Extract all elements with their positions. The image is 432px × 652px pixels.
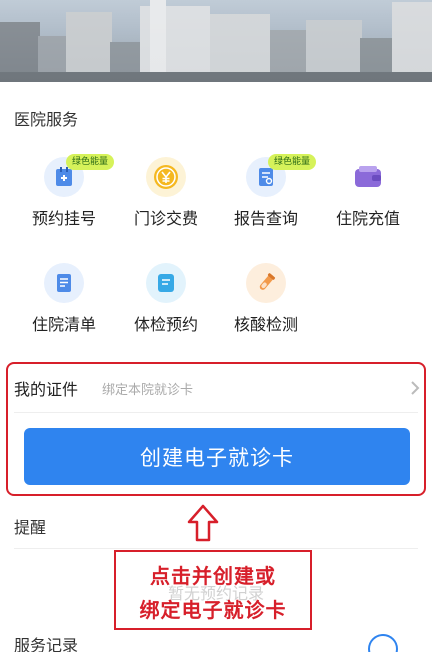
reminder-section-title: 提醒 bbox=[14, 518, 47, 537]
record-icon[interactable] bbox=[368, 634, 398, 652]
chevron-right-icon[interactable] bbox=[408, 380, 422, 396]
checkup-icon bbox=[146, 263, 186, 303]
divider bbox=[14, 412, 418, 413]
bind-card-link[interactable]: 绑定本院就诊卡 bbox=[102, 379, 193, 398]
annotation-line-1: 点击并创建或 bbox=[150, 564, 276, 588]
green-energy-badge: 绿色能量 bbox=[268, 154, 317, 170]
my-certificate-title: 我的证件 bbox=[14, 380, 79, 399]
service-outpatient-payment[interactable]: 门诊交费 bbox=[118, 157, 214, 229]
service-record-title: 服务记录 bbox=[14, 636, 79, 652]
divider bbox=[14, 548, 418, 549]
yuan-icon bbox=[146, 157, 186, 197]
arrow-up-icon bbox=[186, 503, 220, 543]
green-energy-badge: 绿色能量 bbox=[66, 154, 115, 170]
service-label: 核酸检测 bbox=[233, 315, 298, 334]
annotation-callout: 点击并创建或 绑定电子就诊卡 bbox=[114, 550, 312, 630]
list-icon bbox=[44, 263, 84, 303]
report-icon: 绿色能量 bbox=[246, 154, 317, 197]
service-nucleic-acid-test[interactable]: 核酸检测 bbox=[218, 263, 314, 335]
service-label: 门诊交费 bbox=[133, 209, 198, 228]
service-label: 预约挂号 bbox=[31, 209, 96, 228]
test-tube-icon bbox=[246, 263, 286, 303]
service-report-query[interactable]: 绿色能量 报告查询 bbox=[218, 154, 317, 229]
service-inpatient-recharge[interactable]: 住院充值 bbox=[320, 157, 416, 229]
service-label: 住院充值 bbox=[335, 209, 400, 228]
appointment-icon: 绿色能量 bbox=[44, 154, 115, 197]
hero-banner-photo bbox=[0, 0, 432, 82]
service-inpatient-list[interactable]: 住院清单 bbox=[16, 263, 112, 335]
create-e-card-button[interactable]: 创建电子就诊卡 bbox=[24, 428, 410, 485]
service-checkup-appointment[interactable]: 体检预约 bbox=[118, 263, 214, 335]
service-appointment[interactable]: 绿色能量 预约挂号 bbox=[16, 154, 115, 229]
services-section-title: 医院服务 bbox=[14, 110, 79, 129]
service-label: 体检预约 bbox=[133, 315, 198, 334]
service-label: 住院清单 bbox=[31, 315, 96, 334]
service-label: 报告查询 bbox=[233, 209, 298, 228]
annotation-line-2: 绑定电子就诊卡 bbox=[139, 598, 287, 622]
wallet-icon bbox=[348, 157, 388, 197]
